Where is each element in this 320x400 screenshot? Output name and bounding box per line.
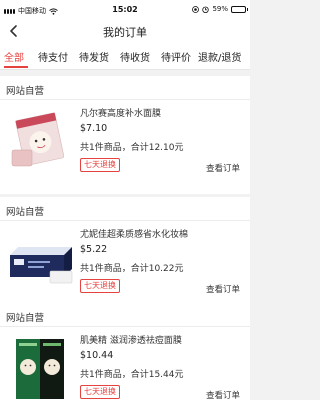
divider <box>0 326 250 327</box>
product-name: 凡尔赛高度补水面膜 <box>80 109 162 119</box>
tab-refund-return[interactable]: 退款/退货 <box>198 49 241 64</box>
shop-name: 网站自营 <box>6 86 45 97</box>
return-policy-badge: 七天退换 <box>80 279 120 293</box>
tab-pending-receipt[interactable]: 待收货 <box>120 49 150 64</box>
product-price: $10.44 <box>80 350 114 361</box>
divider <box>0 99 250 100</box>
view-order-button[interactable]: 查看订单 <box>206 162 240 174</box>
order-summary: 共1件商品，合计15.44元 <box>80 370 184 380</box>
product-price: $7.10 <box>80 123 108 134</box>
product-image-face-mask[interactable] <box>6 106 76 174</box>
product-image-cotton-pads[interactable] <box>6 227 76 295</box>
shop-name: 网站自营 <box>6 313 45 324</box>
tab-all[interactable]: 全部 <box>4 49 24 64</box>
active-tab-indicator <box>4 66 28 68</box>
status-bar: 中国移动 15:02 59% <box>0 0 250 20</box>
product-name: 尤妮佳超柔质感省水化妆棉 <box>80 230 189 240</box>
order-summary: 共1件商品，合计12.10元 <box>80 143 184 153</box>
nav-bar: 我的订单 <box>0 20 250 42</box>
divider <box>0 220 250 221</box>
tab-pending-review[interactable]: 待评价 <box>161 49 191 64</box>
tab-pending-payment[interactable]: 待支付 <box>38 49 68 64</box>
order-tabs: 全部 待支付 待发货 待收货 待评价 退款/退货 <box>0 42 250 70</box>
product-image-acne-mask[interactable] <box>6 333 76 400</box>
battery-percent: 59% <box>212 5 228 13</box>
order-summary: 共1件商品，合计10.22元 <box>80 264 184 274</box>
return-policy-badge: 七天退换 <box>80 158 120 172</box>
battery-icon <box>231 5 248 13</box>
status-right: 59% <box>192 5 248 13</box>
view-order-button[interactable]: 查看订单 <box>206 283 240 295</box>
alarm-icon <box>202 6 210 13</box>
order-card[interactable]: 网站自营 凡尔赛高度补水面膜 $7.10 共1件商品，合计12.10元 七天退换… <box>0 76 250 194</box>
view-order-button[interactable]: 查看订单 <box>206 389 240 400</box>
page-title: 我的订单 <box>103 26 147 39</box>
tab-pending-shipment[interactable]: 待发货 <box>79 49 109 64</box>
product-price: $5.22 <box>80 244 108 255</box>
shop-name: 网站自营 <box>6 207 45 218</box>
return-policy-badge: 七天退换 <box>80 385 120 399</box>
location-icon <box>192 5 200 13</box>
product-name: 肌美精 滋润渗透祛痘面膜 <box>80 336 182 346</box>
order-card[interactable]: 网站自营 肌美精 滋润渗透祛痘面膜 $10.44 共1件商品，合计15.44元 … <box>0 303 250 400</box>
order-card[interactable]: 网站自营 尤妮佳超柔质感省水化妆棉 $5.22 共1件商品，合计10.22元 七… <box>0 197 250 315</box>
